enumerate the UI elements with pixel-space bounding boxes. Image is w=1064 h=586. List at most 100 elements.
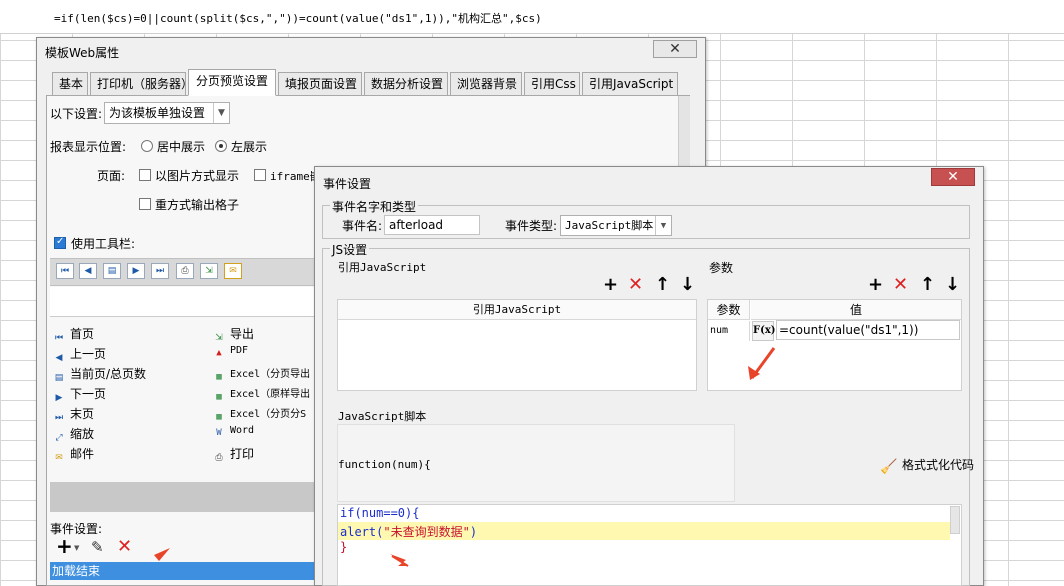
excel-icon: ▦: [216, 372, 222, 382]
code-paren: ): [469, 525, 478, 539]
code-editor[interactable]: [337, 504, 962, 586]
list-item[interactable]: ▲ PDF: [212, 345, 248, 359]
radio-center[interactable]: [141, 140, 153, 152]
radio-left-label: 左展示: [231, 140, 268, 154]
tab-page-preview[interactable]: 分页预览设置: [188, 69, 276, 96]
print-icon: ⎙: [215, 453, 223, 463]
prev-page-icon[interactable]: ◀: [79, 263, 97, 279]
window-title: 模板Web属性: [45, 46, 120, 60]
delete-icon[interactable]: ✕: [893, 276, 908, 294]
param-value-input[interactable]: =count(value("ds1",1)): [776, 320, 960, 340]
list-item[interactable]: ▶ 下一页: [52, 385, 106, 404]
panel-scrollbar[interactable]: [678, 96, 690, 176]
export-icon[interactable]: ⇲: [200, 263, 218, 279]
add-icon[interactable]: +: [56, 536, 73, 556]
delete-icon[interactable]: ✕: [628, 276, 643, 294]
event-name-input[interactable]: afterload: [384, 215, 480, 235]
tab-printer[interactable]: 打印机（服务器）: [90, 72, 193, 96]
excel-icon: ▦: [216, 412, 222, 422]
list-item[interactable]: ⤢ 缩放: [52, 425, 94, 444]
settings-select[interactable]: 为该模板单独设置 ▼: [104, 102, 230, 124]
last-page-icon[interactable]: ⏭: [151, 263, 169, 279]
arrow-up-icon[interactable]: ↑: [655, 276, 670, 294]
list-item[interactable]: ⏭ 末页: [52, 405, 94, 424]
first-page-icon[interactable]: ⏮: [56, 263, 74, 279]
chevron-down-icon[interactable]: ▼: [74, 544, 79, 552]
edit-icon[interactable]: ✎: [91, 538, 104, 556]
formula-text[interactable]: =if(len($cs)=0||count(split($cs,","))=co…: [54, 10, 542, 26]
annotation-arrow: [390, 554, 409, 567]
list-item[interactable]: ⇲ 导出: [212, 325, 254, 344]
export-icon: ⇲: [215, 333, 223, 343]
arrow-up-icon[interactable]: ↑: [920, 276, 935, 294]
page-label: 页面:: [97, 169, 126, 183]
list-item[interactable]: ◀ 上一页: [52, 345, 106, 364]
zoom-icon: ⤢: [55, 433, 63, 443]
tab-browser-bg[interactable]: 浏览器背景: [450, 72, 522, 96]
pdf-icon: ▲: [216, 348, 222, 358]
mail-icon[interactable]: ✉: [224, 263, 242, 279]
page-count-icon[interactable]: ▤: [103, 263, 121, 279]
word-icon: W: [216, 428, 222, 438]
params-title: 参数: [709, 261, 734, 275]
param-name-cell[interactable]: num: [708, 321, 750, 341]
tab-ref-js[interactable]: 引用JavaScript: [582, 72, 678, 96]
tab-fill-page[interactable]: 填报页面设置: [278, 72, 362, 96]
event-list-item-selected[interactable]: 加载结束: [50, 562, 316, 580]
formula-bar[interactable]: =if(len($cs)=0||count(split($cs,","))=co…: [0, 0, 1064, 34]
list-item[interactable]: ▦ Excel（原样导出: [212, 385, 310, 403]
chevron-down-icon: ▼: [213, 103, 229, 123]
formula-fx-button[interactable]: F(x): [752, 321, 776, 341]
checkbox-repeat-label: 重方式输出格子: [155, 198, 240, 212]
tab-basic[interactable]: 基本: [52, 72, 88, 96]
next-page-icon[interactable]: ▶: [127, 263, 145, 279]
list-item[interactable]: ▦ Excel（分页分S: [212, 405, 306, 423]
params-header-param: 参数: [708, 300, 750, 320]
print-icon[interactable]: ⎙: [176, 263, 194, 279]
checkbox-use-toolbar[interactable]: [54, 236, 66, 249]
tab-ref-css[interactable]: 引用Css: [524, 72, 580, 96]
first-page-icon: ⏮: [54, 333, 64, 343]
checkbox-iframe[interactable]: [254, 169, 266, 181]
checkbox-repeat[interactable]: [139, 198, 151, 210]
tab-data-analysis[interactable]: 数据分析设置: [364, 72, 448, 96]
close-button[interactable]: ✕: [931, 168, 975, 186]
list-item[interactable]: ✉ 邮件: [52, 445, 94, 464]
ref-js-title: 引用JavaScript: [338, 261, 427, 274]
add-icon[interactable]: +: [603, 276, 618, 294]
annotation-arrow: [154, 548, 170, 561]
broom-icon: 🧹: [880, 459, 898, 475]
checkbox-image-label: 以图片方式显示: [155, 169, 240, 183]
add-icon[interactable]: +: [868, 276, 883, 294]
radio-left[interactable]: [215, 140, 227, 152]
params-header-value: 值: [751, 300, 961, 320]
event-type-select[interactable]: JavaScript脚本 ▼: [560, 215, 672, 236]
next-page-icon: ▶: [55, 393, 63, 403]
page-count-icon: ▤: [54, 373, 64, 383]
close-button[interactable]: ✕: [653, 40, 697, 58]
event-name-label: 事件名:: [342, 219, 383, 233]
list-item[interactable]: ⎙ 打印: [212, 445, 254, 464]
format-code-button[interactable]: 🧹 格式式化代码: [880, 456, 974, 475]
delete-icon[interactable]: ✕: [117, 536, 132, 557]
code-editor-scrollbar[interactable]: [950, 506, 960, 534]
group-title: 事件名字和类型: [330, 198, 419, 215]
prev-page-icon: ◀: [55, 353, 63, 363]
mail-icon: ✉: [55, 453, 63, 463]
list-item[interactable]: ▦ Excel（分页导出: [212, 365, 310, 383]
list-item[interactable]: ▤ 当前页/总页数: [52, 365, 146, 384]
script-title: JavaScript脚本: [338, 410, 427, 423]
checkbox-image[interactable]: [139, 169, 151, 181]
arrow-down-icon[interactable]: ↓: [945, 276, 960, 294]
excel-icon: ▦: [216, 392, 222, 402]
code-line-1: if(num==0){: [340, 506, 420, 520]
function-signature: function(num){: [338, 458, 431, 471]
use-toolbar-label: 使用工具栏:: [71, 237, 136, 251]
list-item[interactable]: W Word: [212, 425, 254, 439]
arrow-down-icon[interactable]: ↓: [680, 276, 695, 294]
list-item[interactable]: ⏮ 首页: [52, 325, 94, 344]
code-string: "未查询到数据": [383, 525, 470, 539]
radio-center-label: 居中展示: [157, 140, 206, 154]
position-label: 报表显示位置:: [50, 140, 127, 154]
event-type-value: JavaScript脚本: [565, 219, 654, 232]
